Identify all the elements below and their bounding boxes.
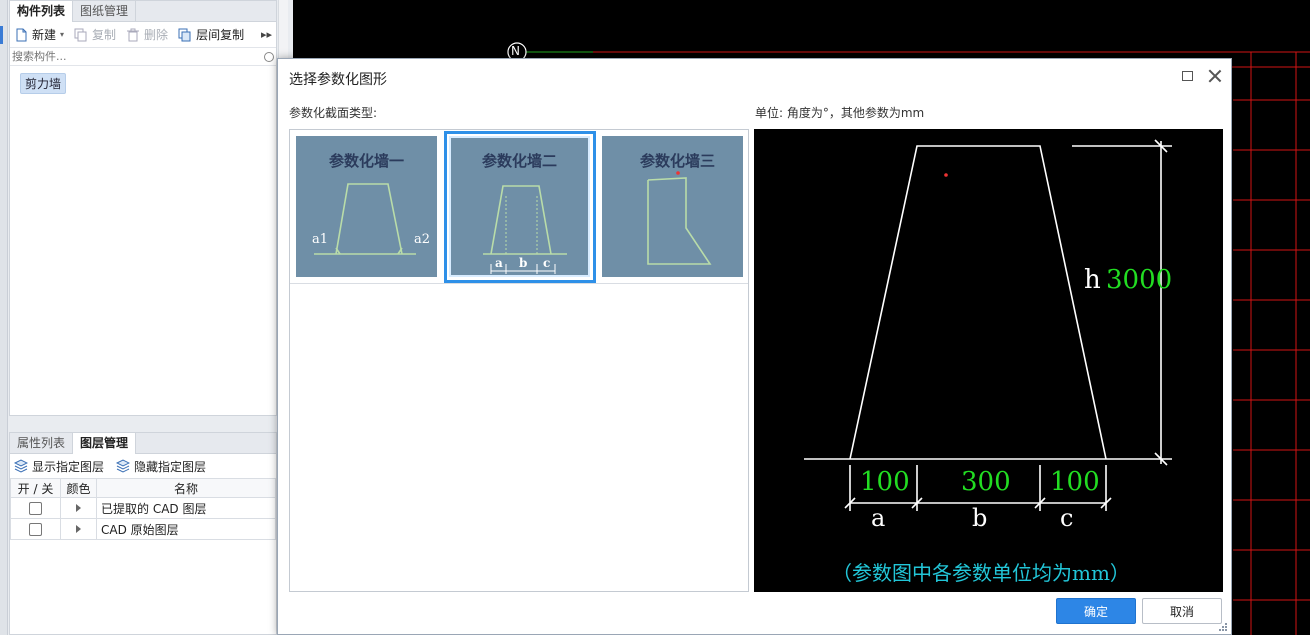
shape-thumbnail: 参数化墙三	[602, 136, 743, 277]
table-row[interactable]: CAD 原始图层	[10, 518, 276, 540]
layer-panel: 属性列表 图层管理 显示指定图层 隐藏指定图层 开 / 关 颜色 名称 已提取的…	[9, 432, 277, 635]
layer-table: 开 / 关 颜色 名称 已提取的 CAD 图层 CAD 原始图层	[10, 478, 276, 540]
dropdown-arrow-icon[interactable]: ▾	[60, 30, 64, 39]
dim-b-label: b	[972, 504, 988, 532]
dim-a-label: a	[871, 504, 886, 532]
hide-layer-label: 隐藏指定图层	[134, 459, 207, 474]
copy-icon	[74, 28, 88, 42]
left-panel: 构件列表 图纸管理 新建 ▾ 复制 删除 层间复制 ▸▸ 搜索构件... 剪力墙…	[0, 0, 293, 635]
new-file-icon	[14, 28, 28, 42]
floor-copy-button[interactable]: 层间复制	[178, 26, 244, 43]
layer-visibility-checkbox[interactable]	[29, 522, 42, 536]
shape-label-c: c	[543, 256, 551, 270]
tab-property-list[interactable]: 属性列表	[10, 433, 74, 453]
tab-layer-management[interactable]: 图层管理	[73, 433, 137, 454]
trash-icon	[126, 28, 140, 42]
new-button[interactable]: 新建 ▾	[14, 26, 64, 43]
height-value: 3000	[1106, 265, 1173, 295]
tree-item-shear-wall[interactable]: 剪力墙	[20, 73, 67, 94]
section-type-label: 参数化截面类型:	[289, 106, 378, 120]
wall-1-sketch	[314, 183, 416, 255]
shape-card-wall-1[interactable]: 参数化墙一 a1 a2	[291, 131, 443, 283]
hide-layer-button[interactable]: 隐藏指定图层	[115, 458, 207, 475]
layer-table-header: 开 / 关 颜色 名称	[10, 478, 276, 498]
col-on-off: 开 / 关	[10, 478, 61, 498]
tab-drawing-management[interactable]: 图纸管理	[73, 1, 137, 21]
hide-layers-icon	[115, 459, 131, 473]
layer-name: 已提取的 CAD 图层	[96, 497, 276, 519]
layer-tabs: 属性列表 图层管理	[10, 433, 276, 454]
search-icon[interactable]	[264, 51, 274, 62]
layer-toolbar: 显示指定图层 隐藏指定图层	[10, 454, 276, 478]
component-toolbar: 新建 ▾ 复制 删除 层间复制 ▸▸	[10, 22, 276, 48]
tab-component-list[interactable]: 构件列表	[10, 1, 74, 22]
table-row[interactable]: 已提取的 CAD 图层	[10, 497, 276, 519]
col-color: 颜色	[60, 478, 97, 498]
layer-visibility-checkbox[interactable]	[29, 501, 42, 515]
shape-label-a: a	[495, 256, 503, 270]
shape-thumbnail: 参数化墙一 a1 a2	[296, 136, 437, 277]
expand-arrow-icon[interactable]	[76, 525, 81, 533]
dim-c-label: c	[1060, 504, 1074, 532]
dim-a-value: 100	[860, 467, 910, 497]
toolbar-overflow-icon[interactable]: ▸▸	[261, 28, 272, 41]
component-tabs: 构件列表 图纸管理	[10, 1, 276, 22]
col-name: 名称	[96, 478, 276, 498]
dialog-title: 选择参数化图形	[289, 72, 387, 88]
north-marker: N	[511, 44, 520, 58]
shape-card-wall-2[interactable]: 参数化墙二 a b c	[444, 131, 596, 283]
show-layers-icon	[13, 459, 29, 473]
parametric-preview: h 3000 100 300 100 a b c （参数图中各参数单位均为mm）	[754, 129, 1223, 592]
layer-name: CAD 原始图层	[96, 518, 276, 540]
new-button-label: 新建	[32, 28, 57, 42]
floor-copy-button-label: 层间复制	[196, 28, 245, 42]
wall-3-sketch	[647, 171, 712, 265]
component-search-input[interactable]	[12, 50, 252, 63]
resize-grip-icon[interactable]	[1218, 622, 1228, 632]
height-label: h	[1084, 265, 1101, 295]
cancel-button[interactable]: 取消	[1142, 598, 1222, 624]
dim-b-value: 300	[961, 467, 1011, 497]
shape-grid-divider	[290, 283, 748, 284]
shape-card-wall-3[interactable]: 参数化墙三	[597, 131, 749, 283]
copy-button[interactable]: 复制	[74, 26, 116, 43]
left-edge-strip	[0, 0, 8, 635]
delete-button-label: 删除	[144, 28, 169, 42]
close-icon[interactable]	[1207, 68, 1223, 84]
preview-drawing	[804, 139, 1172, 511]
copy-button-label: 复制	[92, 28, 117, 42]
component-panel: 构件列表 图纸管理 新建 ▾ 复制 删除 层间复制 ▸▸ 搜索构件...	[9, 0, 277, 416]
select-parametric-shape-dialog: 选择参数化图形 参数化截面类型: 单位: 角度为°，其他参数为mm 参数化墙一 …	[277, 58, 1232, 635]
shape-label-a2: a2	[414, 232, 431, 247]
shape-label-b: b	[519, 256, 528, 270]
delete-button[interactable]: 删除	[126, 26, 168, 43]
ok-button[interactable]: 确定	[1056, 598, 1136, 624]
maximize-icon[interactable]	[1182, 71, 1193, 81]
shape-thumbnail: 参数化墙二 a b c	[449, 136, 590, 277]
show-layer-label: 显示指定图层	[32, 459, 105, 474]
dim-c-value: 100	[1050, 467, 1100, 497]
shape-list: 参数化墙一 a1 a2 参数化墙二 a b c 参数化墙三	[289, 129, 749, 592]
shape-label-a1: a1	[312, 232, 329, 247]
unit-note: （参数图中各参数单位均为mm）	[832, 561, 1130, 585]
component-search	[10, 48, 276, 66]
expand-arrow-icon[interactable]	[76, 504, 81, 512]
show-layer-button[interactable]: 显示指定图层	[13, 458, 105, 475]
unit-label: 单位: 角度为°，其他参数为mm	[755, 106, 925, 120]
floor-copy-icon	[178, 28, 192, 42]
